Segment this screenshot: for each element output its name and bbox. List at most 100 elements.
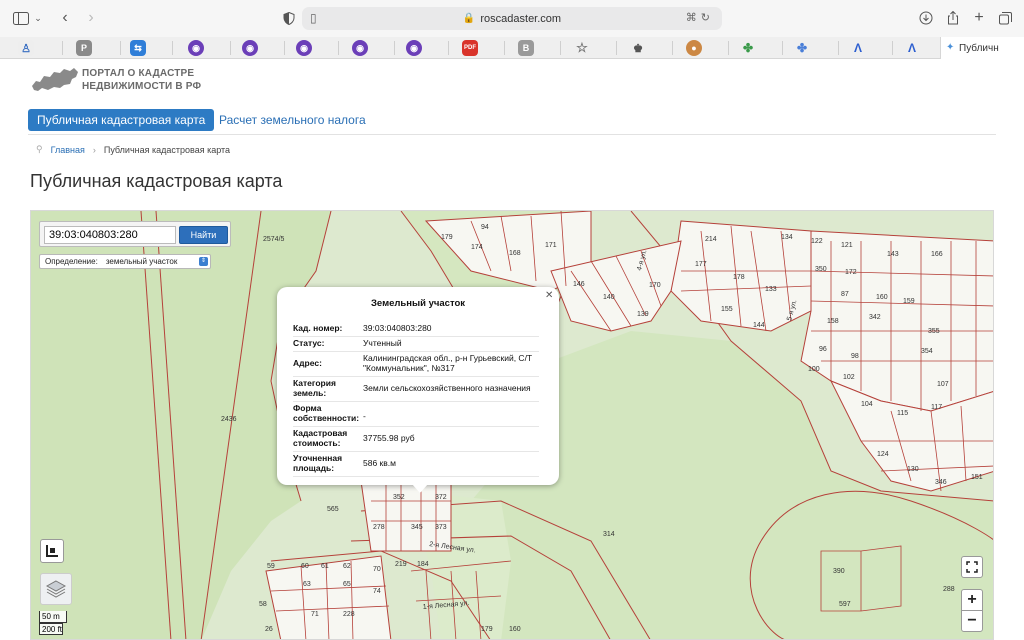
popup-key: Кад. номер:	[293, 323, 343, 333]
plot-label: 151	[971, 474, 983, 481]
bookmark-emblem-icon[interactable]: ♚	[630, 40, 646, 56]
scale-metric: 50 m	[39, 611, 67, 623]
bookmark-separator	[782, 41, 783, 55]
chevron-down-icon[interactable]: ⌄	[32, 8, 44, 28]
definition-value: земельный участок	[105, 257, 178, 266]
popup-key: Статус:	[293, 338, 325, 348]
plot-label: 159	[903, 298, 915, 305]
header-divider	[28, 134, 996, 135]
plot-label: 168	[509, 250, 521, 257]
popup-value: Учтенный	[363, 338, 402, 348]
plot-label: 140	[603, 294, 615, 301]
plot-label: 58	[259, 601, 267, 608]
cadastral-number-input[interactable]	[44, 226, 176, 244]
bookmark-separator	[504, 41, 505, 55]
new-tab-icon[interactable]: +	[968, 8, 990, 28]
plot-label: 143	[887, 251, 899, 258]
plot-label: 59	[267, 563, 275, 570]
sidebar-toggle-icon[interactable]	[10, 8, 32, 28]
plot-label: 155	[721, 306, 733, 313]
plot-label: 314	[603, 531, 615, 538]
active-tab[interactable]: ✦ Публичн	[940, 37, 1024, 59]
breadcrumb: ⚲ Главная › Публичная кадастровая карта	[36, 144, 230, 155]
bookmark-p-icon[interactable]: P	[76, 40, 92, 56]
layers-icon[interactable]	[40, 573, 72, 605]
russia-map-logo[interactable]	[30, 64, 80, 94]
plot-label: 390	[833, 568, 845, 575]
logo-line-1: ПОРТАЛ О КАДАСТРЕ	[82, 68, 195, 79]
share-icon[interactable]	[942, 8, 964, 28]
definition-label: Определение:	[45, 257, 98, 266]
plot-label: 278	[373, 524, 385, 531]
plot-label: 96	[819, 346, 827, 353]
plot-label: 107	[937, 381, 949, 388]
address-bar[interactable]: ▯ 🔒 roscadaster.com ⌘↻	[302, 7, 722, 30]
plot-label: 102	[843, 374, 855, 381]
popup-row: Уточненная площадь: 586 кв.м	[293, 453, 539, 477]
bookmark-separator	[394, 41, 395, 55]
measure-tool-icon[interactable]	[40, 539, 64, 563]
popup-row: Форма собственности: -	[293, 403, 539, 427]
plot-label: 61	[321, 563, 329, 570]
location-pin-icon: ⚲	[36, 144, 43, 154]
nav-cadastral-map[interactable]: Публичная кадастровая карта	[28, 109, 215, 131]
bookmark-green-icon[interactable]: ✤	[740, 40, 756, 56]
breadcrumb-current: Публичная кадастровая карта	[103, 144, 231, 155]
bookmark-separator	[892, 41, 893, 55]
bookmark-separator	[448, 41, 449, 55]
popup-key: Уточненная площадь:	[293, 453, 343, 473]
search-button[interactable]: Найти	[179, 226, 228, 244]
bookmark-star-icon[interactable]: ☆	[574, 40, 590, 56]
plot-label: 166	[931, 251, 943, 258]
plot-label: 158	[827, 318, 839, 325]
nav-land-tax-calc[interactable]: Расчет земельного налога	[210, 109, 375, 131]
bookmark-separator	[728, 41, 729, 55]
cadastral-map[interactable]: 2574/5 2436 314 565 390 597 288 179 174 …	[30, 210, 994, 640]
bookmark-purple-icon[interactable]: ◉	[188, 40, 204, 56]
bookmark-user-icon[interactable]: ♙	[18, 40, 34, 56]
bookmark-purple-icon[interactable]: ◉	[242, 40, 258, 56]
translate-reload-icons[interactable]: ⌘↻	[686, 11, 714, 24]
plot-label: 170	[649, 282, 661, 289]
tabs-overview-icon[interactable]	[994, 8, 1016, 28]
breadcrumb-home[interactable]: Главная	[51, 145, 85, 155]
download-icon[interactable]	[915, 8, 937, 28]
plot-label: 219	[395, 561, 407, 568]
map-scale: 50 m 200 ft	[39, 611, 67, 635]
back-icon[interactable]: ‹	[54, 8, 76, 28]
plot-label: 346	[935, 479, 947, 486]
fullscreen-icon[interactable]	[961, 556, 983, 578]
page-title: Публичная кадастровая карта	[30, 171, 283, 191]
breadcrumb-separator-icon: ›	[92, 144, 96, 155]
scale-imperial: 200 ft	[39, 623, 63, 635]
select-arrows-icon: ⇕	[199, 257, 208, 266]
zoom-out-button[interactable]: −	[961, 610, 983, 632]
plot-label: 74	[373, 588, 381, 595]
bookmark-purple-icon[interactable]: ◉	[352, 40, 368, 56]
forward-icon[interactable]: ›	[80, 8, 102, 28]
bookmark-separator	[120, 41, 121, 55]
zoom-in-button[interactable]: +	[961, 589, 983, 611]
logo-line-2: НЕДВИЖИМОСТИ В РФ	[82, 81, 202, 92]
plot-label: 172	[845, 269, 857, 276]
plot-label: 104	[861, 401, 873, 408]
close-icon[interactable]: ✕	[545, 290, 553, 301]
bookmark-a-icon[interactable]: Λ	[850, 40, 866, 56]
bookmark-pdf-icon[interactable]: PDF	[462, 40, 478, 56]
plot-label: 26	[265, 626, 273, 633]
popup-value: 37755.98 руб	[363, 433, 415, 443]
bookmark-a-icon[interactable]: Λ	[904, 40, 920, 56]
plot-label: 146	[573, 281, 585, 288]
plot-label: 179	[481, 626, 493, 633]
portal-logo-text[interactable]: ПОРТАЛ О КАДАСТРЕ НЕДВИЖИМОСТИ В РФ	[82, 67, 201, 93]
plot-label: 124	[877, 451, 889, 458]
bookmark-purple-icon[interactable]: ◉	[296, 40, 312, 56]
privacy-shield-icon[interactable]	[278, 8, 300, 28]
active-tab-title: Публичн	[959, 42, 999, 54]
definition-select[interactable]: Определение: земельный участок ⇕	[39, 254, 211, 269]
bookmark-orange-icon[interactable]: ●	[686, 40, 702, 56]
bookmark-b-icon[interactable]: B	[518, 40, 534, 56]
bookmark-arrows-icon[interactable]: ⇆	[130, 40, 146, 56]
bookmark-purple-icon[interactable]: ◉	[406, 40, 422, 56]
bookmark-blue-icon[interactable]: ✤	[794, 40, 810, 56]
